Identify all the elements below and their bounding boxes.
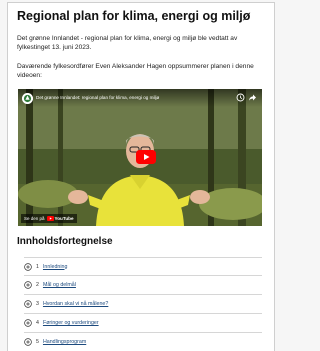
youtube-play-button-icon[interactable] [136,150,156,164]
expand-plus-icon[interactable] [24,262,32,271]
toc-item-link[interactable]: Innledning [43,264,67,270]
toc-item[interactable]: 1 Innledning [24,257,262,276]
expand-plus-icon[interactable] [24,338,32,346]
youtube-logo: YouTube [46,216,74,221]
youtube-wordmark: YouTube [54,216,74,221]
toc-item-number: 2 [36,282,39,288]
video-intro-paragraph: Daværende fylkesordfører Even Aleksander… [17,63,254,80]
intro-paragraph: Det grønne Innlandet - regional plan for… [17,35,238,52]
toc-item-link[interactable]: Mål og delmål [43,282,76,288]
watch-later-clock-icon[interactable] [236,93,245,102]
expand-plus-icon[interactable] [24,281,32,289]
youtube-video-embed[interactable]: Det grønne Innlandet: regional plan for … [18,89,262,226]
watch-on-youtube-link[interactable]: Se den på YouTube [21,214,77,223]
toc-heading: Innholdsfortegnelse [17,236,113,247]
article-page: Regional plan for klima, energi og miljø… [7,2,275,351]
video-title[interactable]: Det grønne Innlandet: regional plan for … [36,95,159,100]
toc-item-link[interactable]: Handlingsprogram [43,339,86,345]
toc-item[interactable]: 2 Mål og delmål [24,276,262,295]
toc-item-number: 3 [36,301,39,307]
toc-list: 1 Innledning 2 Mål og delmål 3 Hvordan s… [24,257,262,351]
toc-item-number: 5 [36,339,39,345]
share-icon[interactable] [248,93,257,102]
toc-item-link[interactable]: Føringer og vurderinger [43,320,99,326]
toc-item[interactable]: 3 Hvordan skal vi nå målene? [24,295,262,314]
toc-item[interactable]: 4 Føringer og vurderinger [24,314,262,333]
toc-item-number: 1 [36,263,39,270]
toc-item[interactable]: 5 Handlingsprogram [24,333,262,351]
page-title: Regional plan for klima, energi og miljø [17,9,251,23]
expand-plus-icon[interactable] [24,319,32,327]
toc-item-link[interactable]: Hvordan skal vi nå målene? [43,301,108,307]
youtube-logo-icon [46,216,54,221]
expand-plus-icon[interactable] [24,300,32,308]
toc-item-number: 4 [36,320,39,326]
channel-logo-icon[interactable] [22,93,33,104]
watch-on-label: Se den på [24,216,45,221]
